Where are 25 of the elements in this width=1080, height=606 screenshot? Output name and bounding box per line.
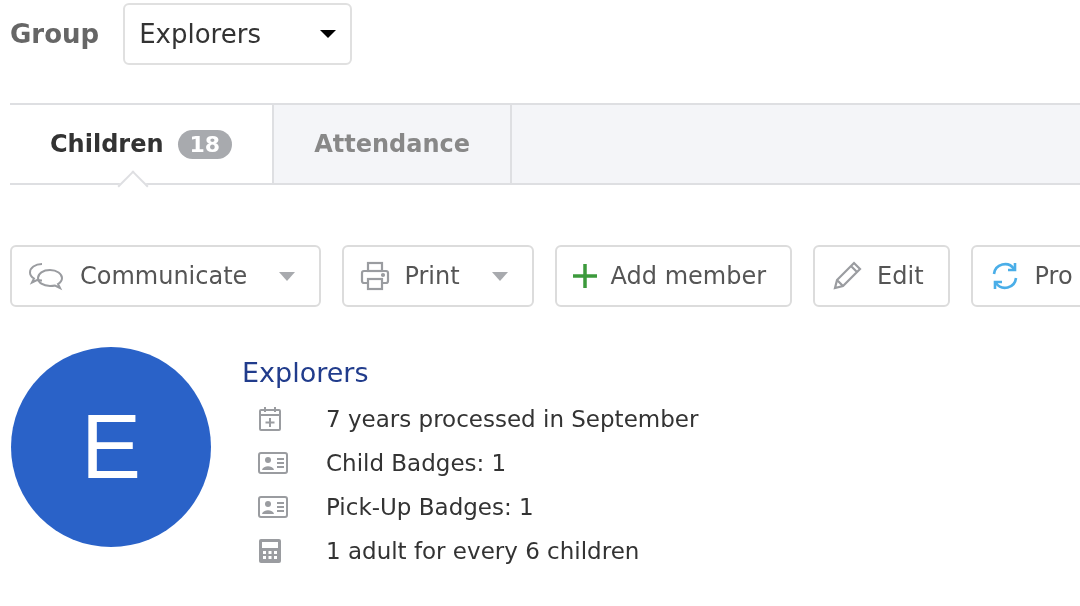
toolbar-button[interactable]: Communicate — [10, 245, 322, 307]
id-card-icon — [258, 452, 288, 474]
caret-icon — [491, 271, 508, 281]
group-name[interactable]: Explorers — [242, 357, 699, 388]
detail-text: Pick-Up Badges: 1 — [326, 494, 534, 520]
pencil-icon — [831, 260, 864, 292]
printer-icon — [360, 261, 391, 291]
toolbar-button[interactable]: Edit — [813, 245, 950, 307]
count-badge: 18 — [177, 129, 233, 159]
caret-icon — [279, 271, 296, 281]
detail-text: 7 years processed in September — [326, 406, 699, 432]
calendar-icon — [258, 406, 282, 432]
group-label: Group — [10, 19, 100, 49]
detail-text: Child Badges: 1 — [326, 450, 507, 476]
chat-icon — [28, 261, 66, 291]
calculator-icon — [258, 538, 282, 564]
group-avatar: E — [11, 347, 211, 547]
toolbar-button[interactable]: Print — [342, 245, 534, 307]
plus-icon — [572, 264, 597, 288]
group-select[interactable]: Explorers — [123, 3, 353, 65]
detail-text: 1 adult for every 6 children — [326, 538, 640, 564]
id-card-icon — [258, 496, 288, 518]
toolbar-button[interactable]: Add member — [554, 245, 793, 307]
caret-icon — [320, 30, 337, 38]
toolbar-button[interactable]: Pro — [970, 245, 1080, 307]
